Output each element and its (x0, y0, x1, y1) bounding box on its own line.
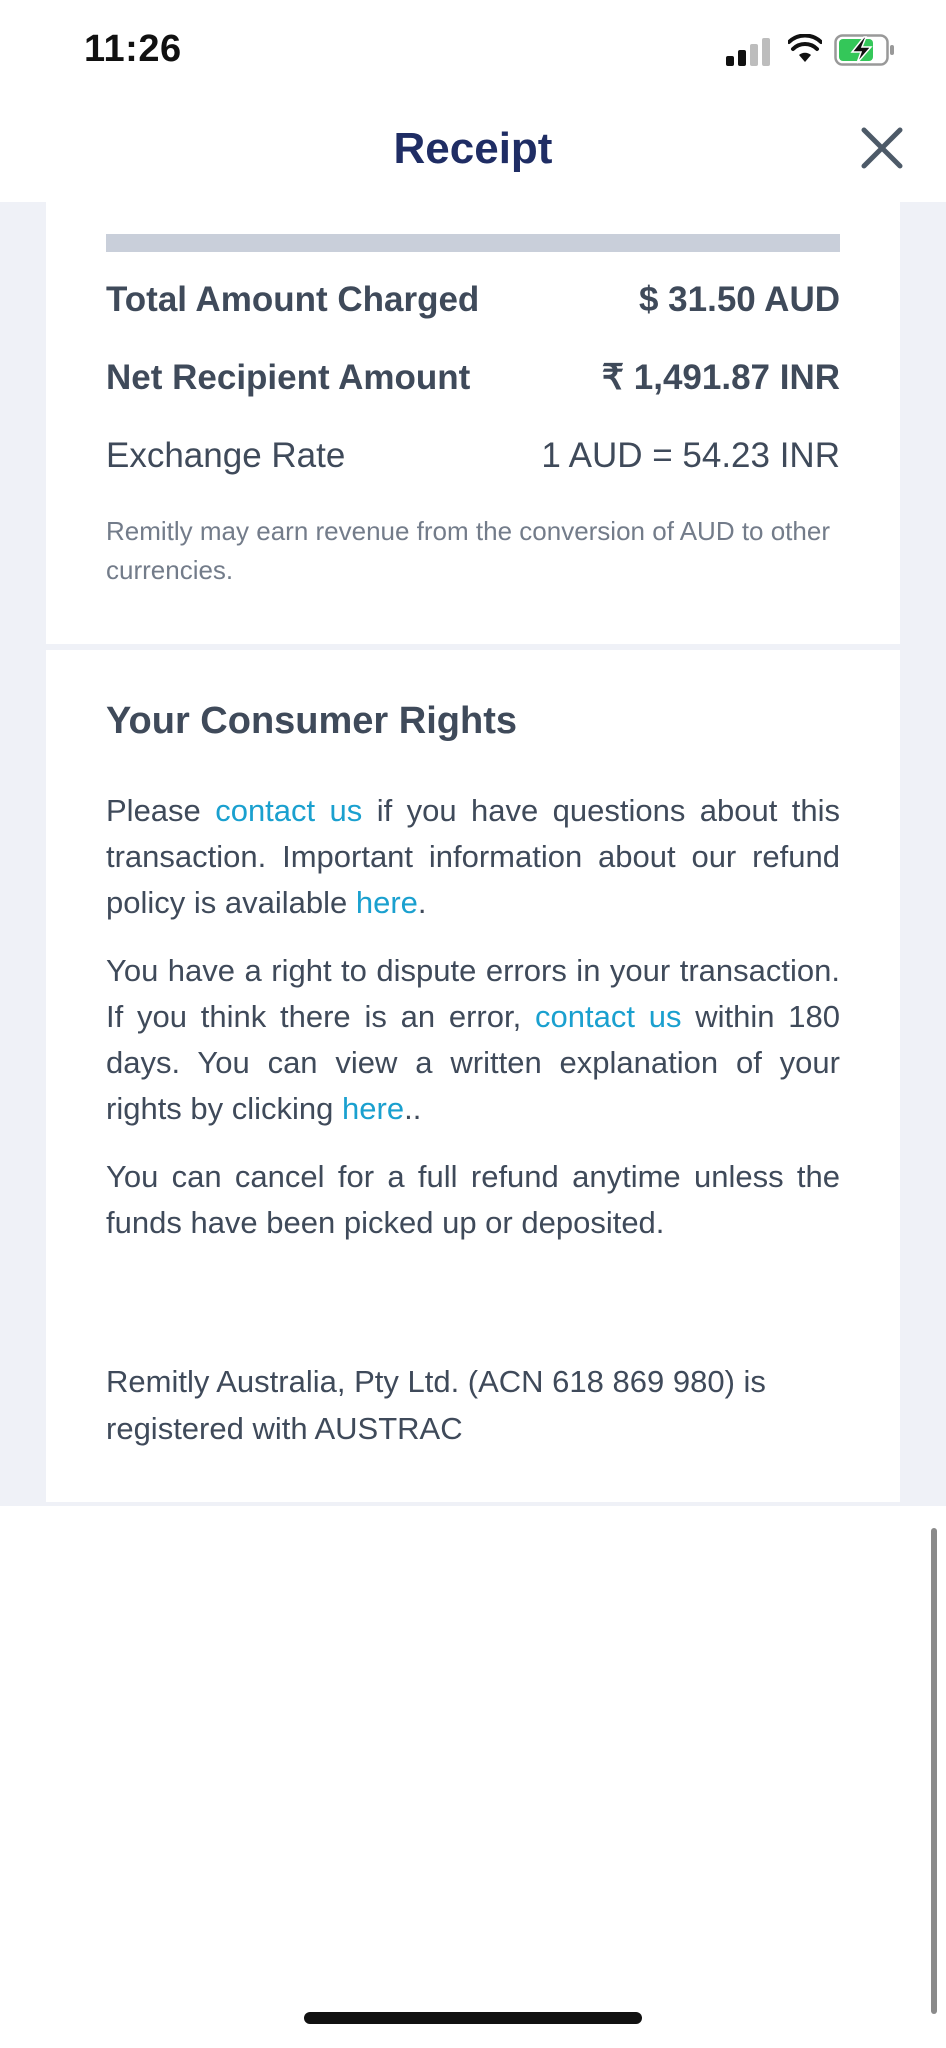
austrac-registration: Remitly Australia, Pty Ltd. (ACN 618 869… (106, 1364, 766, 1446)
text: .. (404, 1091, 422, 1126)
contact-paragraph: Please contact us if you have questions … (106, 788, 840, 926)
status-time: 11:26 (84, 28, 182, 70)
battery-charging-icon (834, 34, 894, 66)
page-title: Receipt (393, 124, 553, 173)
exchange-rate-row: Exchange Rate 1 AUD = 54.23 INR (106, 436, 840, 476)
exchange-rate-label: Exchange Rate (106, 436, 346, 475)
status-bar: 11:26 (0, 0, 946, 100)
wifi-icon (788, 34, 822, 62)
text: Please (106, 793, 216, 828)
contact-us-link[interactable]: contact us (215, 793, 362, 828)
dispute-paragraph: You have a right to dispute errors in yo… (106, 948, 840, 1132)
cellular-signal-icon (726, 38, 772, 66)
contact-us-dispute-link[interactable]: contact us (535, 999, 681, 1034)
net-recipient-row: Net Recipient Amount ₹ 1,491.87 INR (106, 358, 840, 398)
rights-explanation-link[interactable]: here (342, 1091, 404, 1126)
total-amount-row: Total Amount Charged $ 31.50 AUD (106, 280, 840, 320)
close-icon[interactable] (856, 122, 908, 174)
scrollbar[interactable] (931, 1528, 937, 2014)
conversion-disclaimer: Remitly may earn revenue from the conver… (106, 516, 830, 585)
exchange-rate-value: 1 AUD = 54.23 INR (541, 436, 840, 475)
registration-card (46, 1508, 900, 1708)
consumer-rights-title: Your Consumer Rights (106, 700, 517, 742)
cancel-paragraph: You can cancel for a full refund anytime… (106, 1159, 840, 1240)
text: . (417, 885, 427, 920)
home-indicator[interactable] (304, 2012, 642, 2024)
total-amount-value: $ 31.50 AUD (638, 280, 840, 319)
nav-bar: Receipt (0, 100, 946, 202)
divider-bar (106, 234, 840, 252)
net-recipient-label: Net Recipient Amount (106, 358, 471, 397)
total-amount-label: Total Amount Charged (106, 280, 480, 319)
refund-policy-link[interactable]: here (356, 885, 418, 920)
net-recipient-value: ₹ 1,491.87 INR (601, 358, 840, 397)
